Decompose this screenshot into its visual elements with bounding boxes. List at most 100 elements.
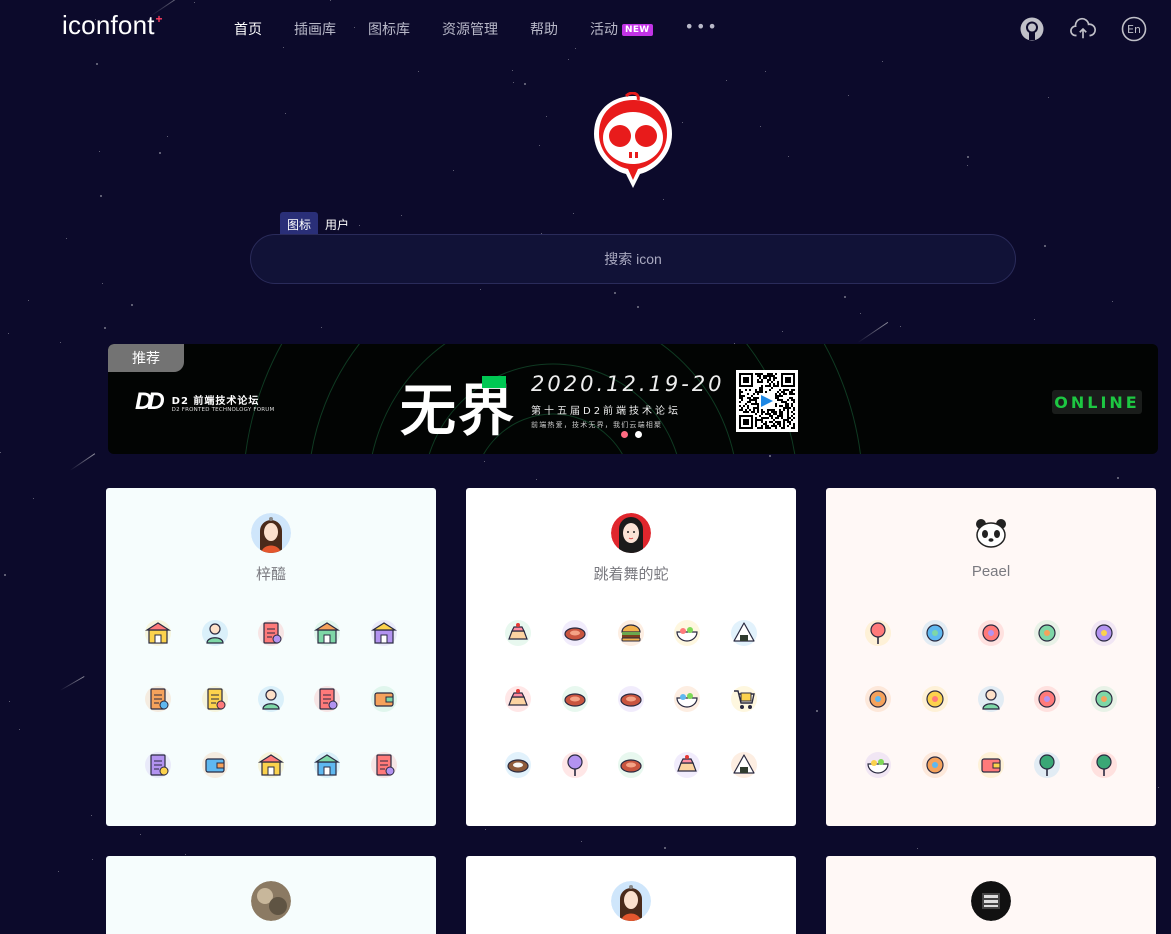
burger-icon[interactable] bbox=[617, 619, 645, 647]
pudding-icon[interactable] bbox=[504, 685, 532, 713]
qr-module bbox=[777, 383, 779, 385]
avatar-woman-icon[interactable] bbox=[611, 881, 651, 921]
nav-item-home[interactable]: 首页 bbox=[234, 19, 262, 39]
github-icon[interactable] bbox=[1019, 16, 1045, 42]
monitor-bag-icon[interactable] bbox=[370, 685, 398, 713]
salad-icon[interactable] bbox=[673, 685, 701, 713]
avatar-woman-icon[interactable] bbox=[251, 513, 291, 553]
qr-module bbox=[759, 389, 761, 391]
qr-module bbox=[779, 423, 781, 425]
qr-module bbox=[761, 421, 763, 423]
language-en-icon[interactable]: En bbox=[1121, 16, 1147, 42]
hot-air-balloon-icon[interactable] bbox=[864, 619, 892, 647]
skewer-icon[interactable] bbox=[1033, 619, 1061, 647]
pine-tree-icon[interactable] bbox=[1090, 751, 1118, 779]
receipt-icon[interactable] bbox=[201, 685, 229, 713]
snowman-icon[interactable] bbox=[977, 685, 1005, 713]
shield-document-icon[interactable] bbox=[144, 751, 172, 779]
qr-module bbox=[775, 405, 777, 407]
building-globe-icon[interactable] bbox=[313, 751, 341, 779]
hat-icon[interactable] bbox=[977, 619, 1005, 647]
qr-module bbox=[765, 425, 767, 427]
card-icon-grid bbox=[850, 619, 1132, 779]
qr-module bbox=[771, 421, 773, 423]
qr-module bbox=[769, 375, 771, 377]
cake-icon[interactable] bbox=[504, 619, 532, 647]
card-author-name[interactable]: Peael bbox=[826, 563, 1156, 580]
noodle-bowl-icon[interactable] bbox=[673, 619, 701, 647]
search-input[interactable] bbox=[251, 235, 1015, 283]
nav-item-help[interactable]: 帮助 bbox=[530, 19, 558, 39]
avatar-photo-icon[interactable] bbox=[251, 881, 291, 921]
store-icon[interactable] bbox=[144, 619, 172, 647]
delivery-person-icon[interactable] bbox=[201, 619, 229, 647]
sausage-icon[interactable] bbox=[617, 685, 645, 713]
icon-collection-card[interactable]: 梓醯 bbox=[106, 488, 436, 826]
lollipop-icon[interactable] bbox=[561, 751, 589, 779]
avatar-girl-icon[interactable] bbox=[611, 513, 651, 553]
bird-icon[interactable] bbox=[921, 685, 949, 713]
qr-module bbox=[773, 385, 775, 387]
icon-collection-card[interactable] bbox=[106, 856, 436, 934]
sushi-icon[interactable] bbox=[1033, 685, 1061, 713]
bottle-icon[interactable] bbox=[921, 619, 949, 647]
milk-carton-icon[interactable] bbox=[730, 685, 758, 713]
carousel-dot-2[interactable] bbox=[635, 431, 642, 438]
tree-icon[interactable] bbox=[1033, 751, 1061, 779]
qr-module bbox=[793, 425, 795, 427]
qr-module bbox=[755, 373, 757, 375]
battery-icon[interactable] bbox=[977, 751, 1005, 779]
document-share-icon[interactable] bbox=[144, 685, 172, 713]
pizza-slice-icon[interactable] bbox=[561, 685, 589, 713]
carousel-dot-1[interactable] bbox=[621, 431, 628, 438]
card-author-name[interactable]: 跳着舞的蛇 bbox=[466, 563, 796, 584]
nav-item-icon-library[interactable]: 图标库 bbox=[368, 19, 410, 39]
onigiri-icon[interactable] bbox=[730, 751, 758, 779]
certificate-icon[interactable] bbox=[370, 751, 398, 779]
icon-collection-card[interactable]: Peael bbox=[826, 488, 1156, 826]
nav-item-illustrations[interactable]: 插画库 bbox=[294, 19, 336, 39]
qr-module bbox=[771, 425, 773, 427]
card-author-name[interactable]: 梓醯 bbox=[106, 563, 436, 584]
warehouse-icon[interactable] bbox=[370, 619, 398, 647]
tab-users[interactable]: 用户 bbox=[318, 212, 356, 236]
clipboard-icon[interactable] bbox=[313, 685, 341, 713]
hot-spring-icon[interactable] bbox=[864, 751, 892, 779]
icon-collection-card[interactable]: 跳着舞的蛇 bbox=[466, 488, 796, 826]
sunrise-icon[interactable] bbox=[921, 751, 949, 779]
croissant-icon[interactable] bbox=[617, 751, 645, 779]
shopping-cart-icon[interactable] bbox=[257, 751, 285, 779]
more-menu-button[interactable]: ••• bbox=[685, 17, 719, 36]
eiffel-tower-icon[interactable] bbox=[1090, 685, 1118, 713]
dumpling-icon[interactable] bbox=[730, 619, 758, 647]
shop-icon[interactable] bbox=[313, 619, 341, 647]
qr-module bbox=[747, 405, 749, 407]
steak-icon[interactable] bbox=[561, 619, 589, 647]
tshirt-icon[interactable] bbox=[864, 685, 892, 713]
qr-module bbox=[793, 423, 795, 425]
qr-module bbox=[775, 397, 777, 399]
icon-collection-card[interactable] bbox=[826, 856, 1156, 934]
avatar-dark-icon[interactable] bbox=[971, 881, 1011, 921]
star-badge-icon[interactable] bbox=[1090, 619, 1118, 647]
avatar-panda-icon[interactable] bbox=[971, 513, 1011, 553]
iconfont-logo[interactable]: iconfont + bbox=[62, 10, 162, 41]
qr-module bbox=[755, 403, 757, 405]
qr-module bbox=[761, 425, 763, 427]
ice-cream-icon[interactable] bbox=[673, 751, 701, 779]
promo-banner[interactable]: 推荐 DD D2 前端技术论坛 D2 FRONTED TECHNOLOGY FO… bbox=[108, 344, 1158, 454]
qr-module bbox=[739, 397, 741, 399]
upload-cloud-icon[interactable] bbox=[1070, 16, 1096, 42]
nav-item-events[interactable]: 活动 NEW bbox=[590, 19, 653, 39]
donut-icon[interactable] bbox=[504, 751, 532, 779]
qr-module bbox=[763, 423, 765, 425]
qr-module bbox=[749, 401, 751, 403]
icon-collection-card[interactable] bbox=[466, 856, 796, 934]
tab-icons[interactable]: 图标 bbox=[280, 212, 319, 236]
wallet-icon[interactable] bbox=[201, 751, 229, 779]
doctor-icon[interactable] bbox=[257, 685, 285, 713]
map-icon[interactable] bbox=[257, 619, 285, 647]
nav-item-resource-management[interactable]: 资源管理 bbox=[442, 19, 498, 39]
star-dot bbox=[769, 455, 771, 457]
qr-module bbox=[767, 417, 769, 419]
